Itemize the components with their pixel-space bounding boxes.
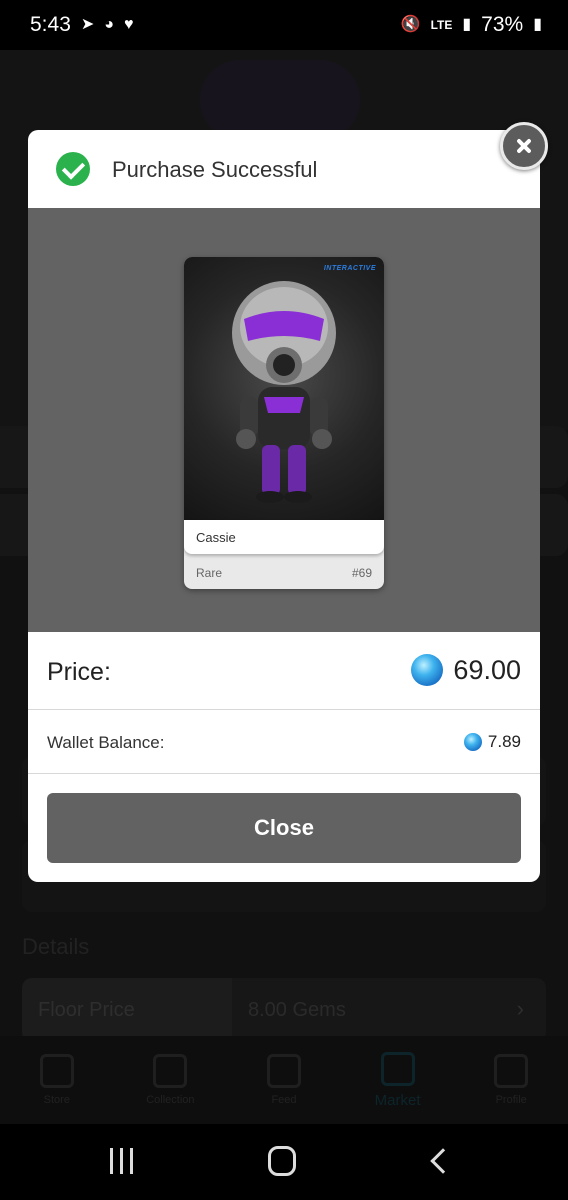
wallet-balance-value: 7.89	[487, 732, 521, 751]
price-row: Price: 69.00	[28, 632, 540, 710]
battery-icon: ▮	[533, 16, 542, 33]
wallet-balance-label: Wallet Balance:	[47, 733, 165, 752]
collectible-image: INTERACTIVE	[184, 257, 384, 520]
price-value: 69.00	[453, 654, 521, 685]
status-bar: 5:43 ➤ ◕ ♥ 🔇 LTE ▮ 73% ▮	[0, 0, 568, 50]
status-time: 5:43	[30, 13, 71, 36]
purchase-success-dialog: Purchase Successful INTERACTIVE Cassie R…	[28, 130, 540, 882]
recents-icon[interactable]	[108, 1148, 136, 1174]
dialog-header: Purchase Successful	[28, 130, 540, 208]
signal-icon: ▮	[462, 16, 472, 33]
collectible-name: Cassie	[196, 530, 236, 545]
brand-logo: INTERACTIVE	[323, 265, 376, 272]
collectible-card: INTERACTIVE Cassie Rare #69	[184, 257, 384, 589]
collectible-rarity: Rare	[196, 566, 223, 580]
mute-icon: 🔇	[400, 16, 421, 33]
price-label: Price:	[47, 658, 111, 686]
wallet-balance-row: Wallet Balance: 7.89	[28, 710, 540, 774]
character-figure	[232, 281, 336, 503]
price-amount: 69.00	[411, 654, 521, 686]
telegram-icon: ➤	[80, 16, 95, 33]
close-button[interactable]: Close	[47, 793, 521, 863]
card-name-row: Cassie	[184, 520, 384, 554]
back-icon[interactable]	[430, 1148, 456, 1174]
dialog-title: Purchase Successful	[112, 157, 318, 182]
battery-percent: 73%	[481, 13, 524, 36]
close-icon[interactable]	[500, 122, 548, 170]
wallet-balance-amount: 7.89	[463, 732, 521, 752]
system-nav-bar	[0, 1124, 568, 1200]
heart-icon: ♥	[123, 16, 134, 33]
messenger-icon: ◕	[104, 16, 114, 33]
item-preview: INTERACTIVE Cassie Rare #69	[28, 208, 540, 632]
gem-icon	[411, 654, 444, 686]
collectible-edition: #69	[351, 566, 372, 580]
home-icon[interactable]	[268, 1146, 296, 1176]
success-check-icon	[56, 152, 90, 186]
gem-icon	[463, 733, 482, 751]
network-type: LTE	[430, 18, 453, 32]
